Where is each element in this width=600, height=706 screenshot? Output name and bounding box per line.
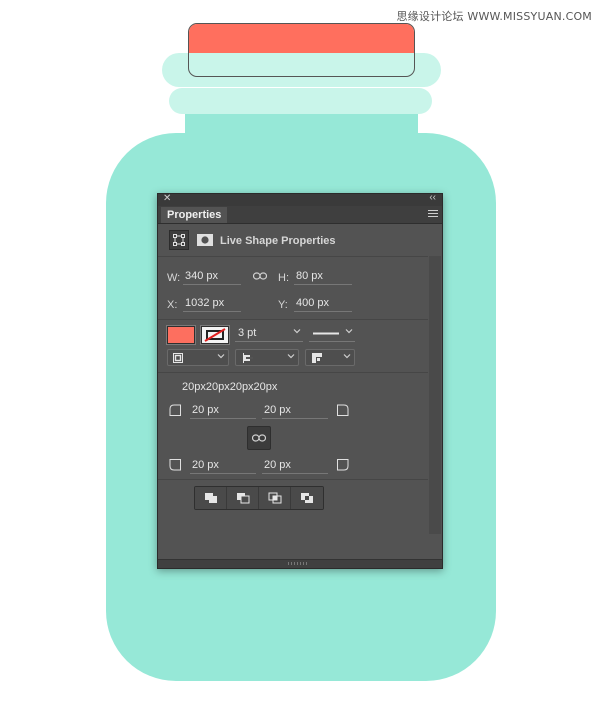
tab-properties[interactable]: Properties [161,207,228,223]
panel-header-title: Live Shape Properties [220,235,336,247]
height-input[interactable]: 80 px [294,270,352,285]
divider [158,479,428,480]
corner-top-right-icon [337,404,349,416]
exclude-overlap-icon [301,493,313,503]
panel-footer [158,559,442,568]
chevron-down-icon [345,329,353,334]
panel-titlebar: ✕ ‹‹ [158,192,442,206]
link-dimensions-icon[interactable] [253,272,267,280]
corner-radius-summary: 20px20px20px20px [182,381,278,393]
close-icon[interactable]: ✕ [163,193,171,204]
y-label: Y: [278,299,288,311]
jar-neck [185,110,418,150]
width-label: W: [167,272,181,284]
fill-color-swatch[interactable] [166,325,196,345]
chevron-down-icon [287,354,295,359]
divider [158,319,428,320]
jar-lid-fill [189,24,414,53]
solid-line-icon [313,332,339,335]
y-input[interactable]: 400 px [294,297,352,312]
intersect-shapes-button[interactable] [259,487,291,509]
jar-rim-lower [169,88,432,114]
bottom-left-radius-input[interactable]: 20 px [190,459,256,474]
panel-scrollbar[interactable] [429,256,441,534]
combine-shapes-button[interactable] [195,487,227,509]
chevron-down-icon [217,354,225,359]
stroke-align-inside-icon [173,353,183,363]
top-left-radius-input[interactable]: 20 px [190,404,256,419]
stroke-align-dropdown[interactable] [167,349,229,366]
stroke-corners-dropdown[interactable] [305,349,355,366]
jar-lid-shape[interactable] [188,23,415,77]
properties-panel: ✕ ‹‹ Properties Live Shape Properties W:… [157,192,443,569]
stroke-type-dropdown[interactable] [309,326,355,342]
link-icon [252,434,266,442]
mask-shape-icon [197,234,213,246]
mask-icon[interactable] [195,230,215,250]
divider [158,372,428,373]
subtract-front-button[interactable] [227,487,259,509]
exclude-overlap-button[interactable] [291,487,323,509]
corner-bottom-right-icon [337,459,349,471]
combine-shapes-icon [204,493,217,503]
width-input[interactable]: 340 px [183,270,241,285]
top-right-radius-input[interactable]: 20 px [262,404,328,419]
corner-top-left-icon [169,404,181,416]
chevron-down-icon [293,329,301,334]
x-input[interactable]: 1032 px [183,297,241,312]
height-label: H: [278,272,289,284]
transform-box-icon [173,234,185,246]
corner-bottom-left-icon [169,459,181,471]
watermark: 思缘设计论坛 WWW.MISSYUAN.COM [396,10,592,23]
subtract-front-icon [236,493,249,504]
stroke-width-dropdown[interactable]: 3 pt [235,326,303,342]
link-corners-button[interactable] [247,426,271,450]
intersect-shapes-icon [268,492,281,504]
path-operations-group [194,486,324,510]
panel-tabbar: Properties [158,206,442,224]
x-label: X: [167,299,178,311]
divider [158,256,428,257]
collapse-icon[interactable]: ‹‹ [429,192,436,203]
stroke-caps-icon [243,353,253,363]
stroke-corners-icon [312,353,322,363]
chevron-down-icon [343,354,351,359]
stroke-swatch-icon [204,328,226,342]
stroke-caps-dropdown[interactable] [235,349,299,366]
live-shape-icon[interactable] [169,230,189,250]
resize-grip-icon[interactable] [288,562,308,565]
bottom-right-radius-input[interactable]: 20 px [262,459,328,474]
stroke-color-swatch[interactable] [200,325,230,345]
panel-menu-icon[interactable] [428,210,438,219]
